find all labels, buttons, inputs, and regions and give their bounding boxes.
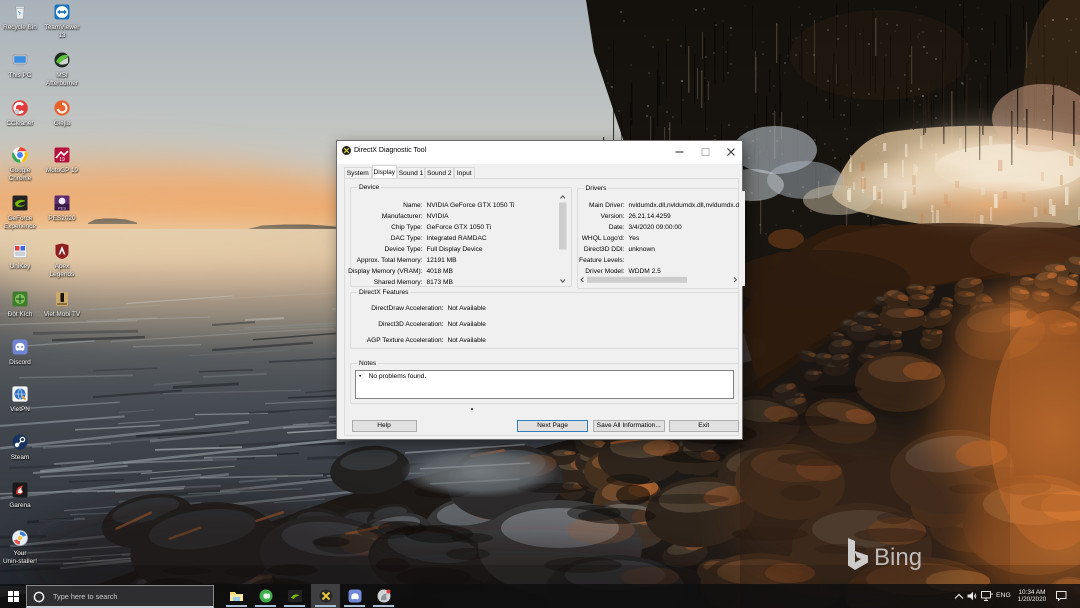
svg-text:Bing: Bing <box>874 544 922 571</box>
svg-text:PES: PES <box>58 206 66 211</box>
svg-text:19: 19 <box>59 157 65 163</box>
